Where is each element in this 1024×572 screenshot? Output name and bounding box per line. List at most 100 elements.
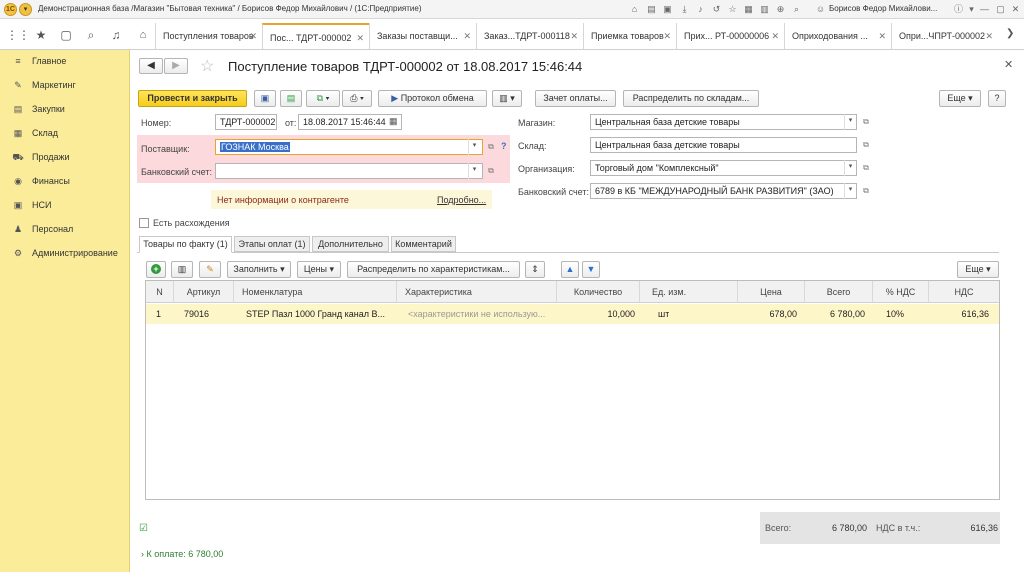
move-up-button[interactable]: ▲ xyxy=(561,261,579,278)
close-tab-icon[interactable]: ✕ xyxy=(878,23,886,49)
star-icon[interactable]: ☆ xyxy=(726,3,739,16)
warehouse-field[interactable]: Центральная база детские товары xyxy=(590,137,857,153)
history-icon[interactable]: ↺ xyxy=(710,3,723,16)
close-tab-icon[interactable]: ✕ xyxy=(771,23,779,49)
close-tab-icon[interactable]: ✕ xyxy=(356,25,364,49)
sidebar-item-warehouse[interactable]: ▦ Склад xyxy=(12,125,58,141)
fill-button[interactable]: Заполнить ▾ xyxy=(227,261,291,278)
tab-order-doc[interactable]: Заказ...ТДРТ-000118 ✕ xyxy=(476,23,583,49)
store-open-icon[interactable]: ⧉ xyxy=(860,115,872,129)
calculator-icon[interactable]: ▦ xyxy=(742,3,755,16)
distribute-characteristics-button[interactable]: Распределить по характеристикам... xyxy=(347,261,520,278)
col-total[interactable]: Всего xyxy=(805,281,873,303)
add-row-button[interactable]: + xyxy=(146,261,166,278)
app-logo-icon[interactable]: 1С xyxy=(4,3,17,16)
bank-account-open-icon[interactable]: ⧉ xyxy=(485,164,497,178)
zoom-icon[interactable]: ⊕ xyxy=(774,3,787,16)
col-name[interactable]: Номенклатура xyxy=(234,281,397,303)
org-field[interactable]: Торговый дом "Комплексный" xyxy=(590,160,857,176)
back-button[interactable]: ◀ xyxy=(139,58,163,74)
sidebar-item-personnel[interactable]: ♟ Персонал xyxy=(12,221,73,237)
supplier-dropdown-icon[interactable]: ▾ xyxy=(468,139,480,155)
help-question-icon[interactable]: ? xyxy=(501,141,507,151)
history-icon[interactable]: ▢ xyxy=(57,25,75,45)
col-vat-rate[interactable]: % НДС xyxy=(873,281,929,303)
distribute-warehouses-button[interactable]: Распределить по складам... xyxy=(623,90,759,107)
search-icon[interactable]: ⌕ xyxy=(790,3,803,16)
close-icon[interactable]: ✕ xyxy=(1009,3,1022,16)
post-and-close-button[interactable]: Провести и закрыть xyxy=(138,90,247,107)
dropdown-icon[interactable]: ▾ xyxy=(965,3,978,16)
favorites-icon[interactable]: ★ xyxy=(32,25,50,45)
home-tab-icon[interactable]: ⌂ xyxy=(134,25,152,45)
supplier-field[interactable]: ГОЗНАК Москва xyxy=(215,139,483,155)
user-name[interactable]: Борисов Федор Михайлови... xyxy=(829,4,937,13)
subtab-payment-stages[interactable]: Этапы оплат (1) xyxy=(234,236,310,252)
notifications-icon[interactable]: ♫ xyxy=(107,25,125,45)
bell-icon[interactable]: ♪ xyxy=(694,3,707,16)
calendar-icon[interactable]: ▥ xyxy=(758,3,771,16)
resize-button[interactable]: ⇕ xyxy=(525,261,545,278)
subtab-goods[interactable]: Товары по факту (1) xyxy=(139,236,232,253)
tab-supplier-orders[interactable]: Заказы поставщи... ✕ xyxy=(369,23,476,49)
more-button[interactable]: Еще ▾ xyxy=(939,90,981,107)
prices-button[interactable]: Цены ▾ xyxy=(297,261,341,278)
subtab-additional[interactable]: Дополнительно xyxy=(312,236,389,252)
close-tab-icon[interactable]: ✕ xyxy=(570,23,578,49)
sidebar-item-marketing[interactable]: ✎ Маркетинг xyxy=(12,77,76,93)
reports-button[interactable]: ▥ ▾ xyxy=(492,90,522,107)
tab-incoming-doc[interactable]: Прих... РТ-00000006 ✕ xyxy=(676,23,784,49)
tab-posting-doc[interactable]: Опри...ЧПРТ-000002 ✕ xyxy=(891,23,998,49)
help-button[interactable]: ? xyxy=(988,90,1006,107)
table-row[interactable]: 1 79016 STEP Пазл 1000 Гранд канал В... … xyxy=(146,304,999,324)
save-doc-button[interactable]: ▣ xyxy=(254,90,276,107)
org-bank-field[interactable]: 6789 в КБ "МЕЖДУНАРОДНЫЙ БАНК РАЗВИТИЯ" … xyxy=(590,183,857,199)
col-unit[interactable]: Ед. изм. xyxy=(640,281,738,303)
download-icon[interactable]: ⤓ xyxy=(678,3,691,16)
sidebar-item-nsi[interactable]: ▣ НСИ xyxy=(12,197,52,213)
payment-offset-button[interactable]: Зачет оплаты... xyxy=(535,90,616,107)
col-n[interactable]: N xyxy=(146,281,174,303)
maximize-icon[interactable]: ▢ xyxy=(994,3,1007,16)
tab-receipts-list[interactable]: Поступления товаров ✕ xyxy=(155,23,262,49)
sidebar-item-finance[interactable]: ◉ Финансы xyxy=(12,173,70,189)
apps-grid-icon[interactable]: ⋮⋮ xyxy=(6,25,30,45)
search-icon[interactable]: ⌕ xyxy=(82,25,100,45)
col-vat[interactable]: НДС xyxy=(929,281,999,303)
sidebar-item-sales[interactable]: ⛟ Продажи xyxy=(12,149,69,165)
move-down-button[interactable]: ▼ xyxy=(582,261,600,278)
payment-toggle[interactable]: › К оплате: 6 780,00 xyxy=(141,549,223,559)
post-doc-button[interactable]: ▤ xyxy=(280,90,302,107)
close-tab-icon[interactable]: ✕ xyxy=(985,23,993,49)
supplier-open-icon[interactable]: ⧉ xyxy=(485,140,497,154)
print-button[interactable]: ⎙ ▾ xyxy=(342,90,372,107)
org-dropdown-icon[interactable]: ▾ xyxy=(844,160,856,176)
subtab-comment[interactable]: Комментарий xyxy=(391,236,456,252)
details-link[interactable]: Подробно... xyxy=(437,195,486,205)
barcode-button[interactable]: ▥ xyxy=(171,261,193,278)
minimize-icon[interactable]: — xyxy=(978,3,991,16)
print-icon[interactable]: ▤ xyxy=(645,3,658,16)
save-icon[interactable]: ▣ xyxy=(661,3,674,16)
edit-button[interactable]: ✎ xyxy=(199,261,221,278)
bank-account-field[interactable] xyxy=(215,163,483,179)
bank-account-dropdown-icon[interactable]: ▾ xyxy=(468,163,480,179)
close-tab-icon[interactable]: ✕ xyxy=(663,23,671,49)
home-icon[interactable]: ⌂ xyxy=(628,3,641,16)
table-more-button[interactable]: Еще ▾ xyxy=(957,261,999,278)
info-icon[interactable]: ⓘ xyxy=(952,3,965,16)
discrepancy-checkbox[interactable] xyxy=(139,218,149,228)
warehouse-open-icon[interactable]: ⧉ xyxy=(860,138,872,152)
close-doc-icon[interactable]: ✕ xyxy=(1004,58,1013,71)
org-bank-dropdown-icon[interactable]: ▾ xyxy=(844,183,856,199)
col-article[interactable]: Артикул xyxy=(174,281,234,303)
calendar-icon[interactable]: ▦ xyxy=(389,116,398,127)
forward-button[interactable]: ▶ xyxy=(164,58,188,74)
close-tab-icon[interactable]: ✕ xyxy=(249,23,257,49)
org-open-icon[interactable]: ⧉ xyxy=(860,161,872,175)
sidebar-item-main[interactable]: ≡ Главное xyxy=(12,53,66,69)
favorite-star-icon[interactable]: ☆ xyxy=(200,56,214,76)
tab-postings[interactable]: Оприходования ... ✕ xyxy=(784,23,891,49)
store-dropdown-icon[interactable]: ▾ xyxy=(844,114,856,130)
app-menu-icon[interactable]: ▾ xyxy=(19,3,32,16)
